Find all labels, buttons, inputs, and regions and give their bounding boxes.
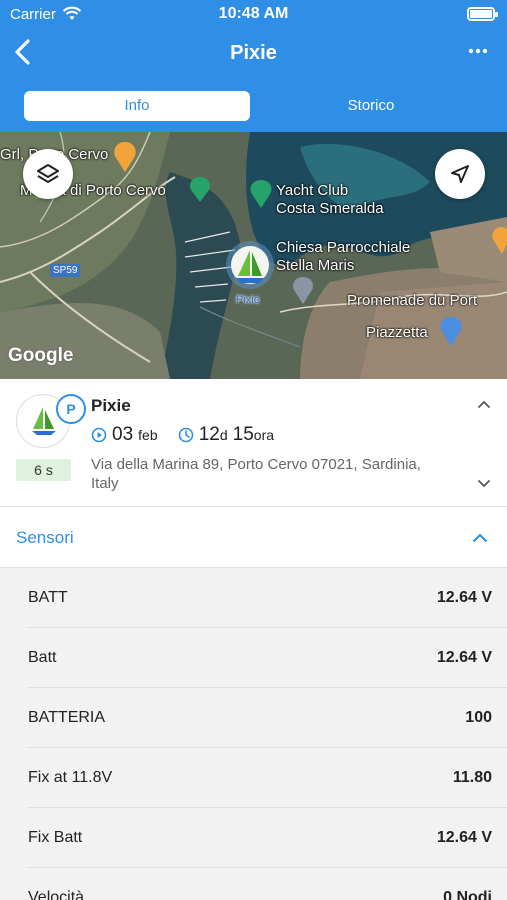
sensors-list: BATT 12.64 V Batt 12.64 V BATTERIA 100 F… <box>0 568 507 900</box>
vessel-marker-label: Pixie <box>236 294 260 306</box>
sensor-row: BATTERIA 100 <box>28 688 507 748</box>
status-bar: Carrier 10:48 AM <box>0 0 507 30</box>
chevron-down-icon[interactable] <box>476 476 492 492</box>
sensor-value: 100 <box>465 709 492 726</box>
battery-icon <box>467 7 498 21</box>
play-circle-icon <box>91 427 107 443</box>
sensor-value: 0 Nodi <box>443 889 492 900</box>
clock-icon <box>178 427 193 443</box>
sensor-row: BATT 12.64 V <box>28 568 507 628</box>
status-time: 10:48 AM <box>218 5 289 22</box>
more-dots-icon[interactable] <box>467 40 489 62</box>
tab-storico[interactable]: Storico <box>258 91 484 121</box>
last-update-age: 6 s <box>16 459 71 481</box>
locate-arrow-icon <box>451 165 469 183</box>
map-locate-button[interactable] <box>435 149 485 199</box>
navigation-bar: Pixie <box>0 30 507 76</box>
sensor-value: 12.64 V <box>436 829 492 846</box>
sensor-row: Fix at 11.8V 11.80 <box>28 748 507 808</box>
duration-days: 12 <box>198 424 220 445</box>
sensor-row: Batt 12.64 V <box>28 628 507 688</box>
sensor-label: BATTERIA <box>28 709 106 726</box>
sensor-label: Batt <box>28 649 57 666</box>
top-bar: Carrier 10:48 AM Pixie Info Storico <box>0 0 507 132</box>
vessel-info-card[interactable]: P 6 s Pixie 03 feb 12d 15ora Via della M… <box>0 379 507 507</box>
map-label: Chiesa Parrocchiale <box>276 239 411 256</box>
segmented-control: Info Storico <box>22 91 486 121</box>
map-label: Stella Maris <box>276 257 355 274</box>
trip-meta: 03 feb 12d 15ora <box>91 424 274 446</box>
vessel-address: Via della Marina 89, Porto Cervo 07021, … <box>91 456 421 492</box>
vessel-name: Pixie <box>91 396 131 415</box>
chevron-up-icon[interactable] <box>471 529 489 547</box>
map-layers-button[interactable] <box>23 149 73 199</box>
sensor-row: Velocità 0 Nodi <box>28 868 507 900</box>
road-label: SP59 <box>50 264 81 277</box>
map-view[interactable]: Grl, Porto Cervo Marina di Porto Cervo Y… <box>0 132 507 379</box>
map-label: Piazzetta <box>366 324 428 341</box>
page-title: Pixie <box>230 42 277 64</box>
sensors-title: Sensori <box>16 528 74 547</box>
sensor-label: BATT <box>28 589 68 606</box>
map-background <box>0 132 507 379</box>
start-month: feb <box>138 427 158 443</box>
sailboat-icon <box>32 407 56 435</box>
map-label: Yacht Club <box>276 182 349 199</box>
map-label: Promenade du Port <box>347 292 478 309</box>
sensor-label: Fix at 11.8V <box>28 769 113 786</box>
start-day: 03 <box>112 424 134 445</box>
sensor-label: Fix Batt <box>28 829 83 846</box>
sensor-value: 12.64 V <box>436 589 492 606</box>
google-attribution: Google <box>8 345 74 366</box>
sensor-label: Velocità <box>28 889 85 900</box>
duration-hours: 15 <box>232 424 254 445</box>
chevron-up-icon[interactable] <box>476 396 492 412</box>
parked-badge: P <box>56 394 86 424</box>
layers-icon <box>37 164 59 183</box>
tab-info[interactable]: Info <box>24 91 250 121</box>
duration-hours-unit: ora <box>253 427 275 443</box>
sensor-value: 12.64 V <box>436 649 492 666</box>
duration-days-unit: d <box>219 427 228 443</box>
sensors-section-header[interactable]: Sensori <box>0 507 507 568</box>
sensor-value: 11.80 <box>452 769 492 786</box>
sensor-row: Fix Batt 12.64 V <box>28 808 507 868</box>
map-label: Costa Smeralda <box>276 200 384 217</box>
